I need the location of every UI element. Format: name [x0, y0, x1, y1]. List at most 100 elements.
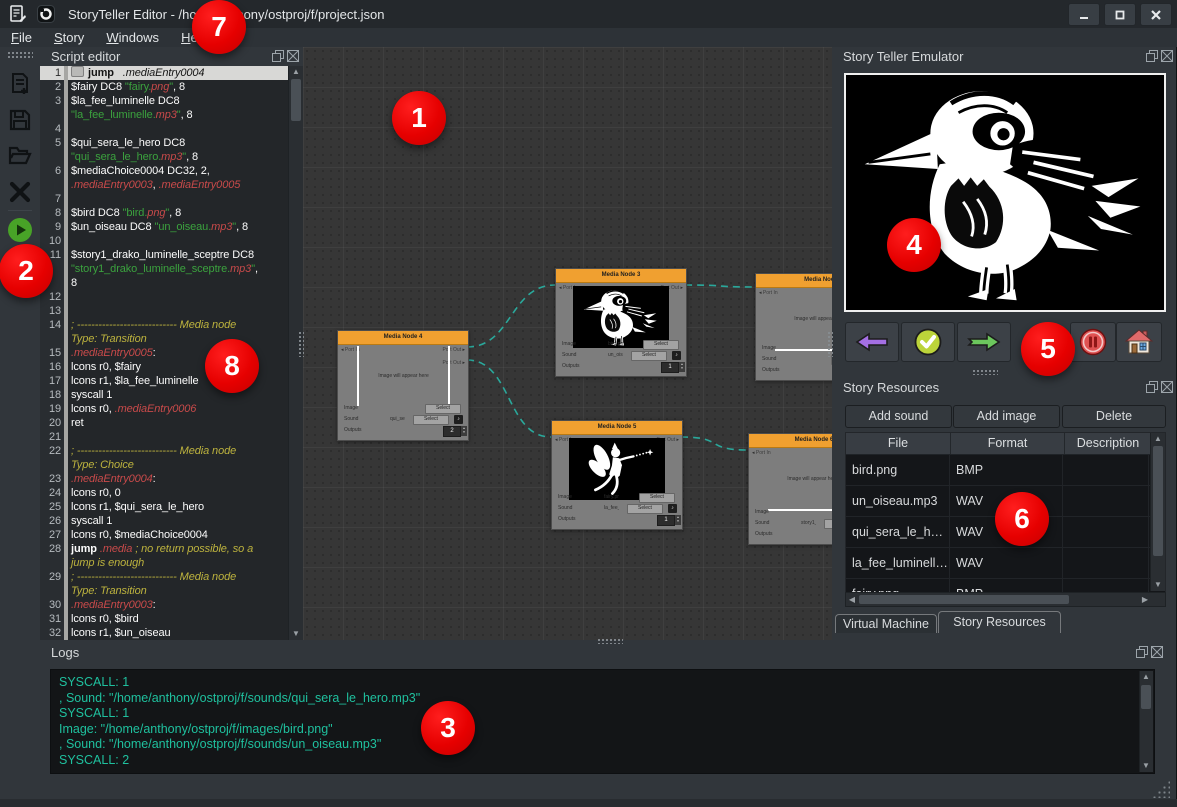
emulator-header[interactable]: Story Teller Emulator — [832, 47, 1177, 66]
resources-vscrollbar[interactable]: ▲ ▼ — [1150, 433, 1165, 591]
editor-line[interactable]: 22; ---------------------------- Media n… — [40, 444, 303, 458]
editor-line[interactable]: "la_fee_luminelle.mp3", 8 — [40, 108, 303, 122]
splitter-handle[interactable] — [597, 638, 623, 644]
editor-line[interactable]: 28jump .media ; no return possible, so a — [40, 542, 303, 556]
float-icon[interactable] — [272, 50, 284, 62]
resources-hscroll-thumb[interactable] — [859, 595, 1069, 604]
script-editor[interactable]: 1jump .mediaEntry00042$fairy DC8 "fairy.… — [40, 66, 303, 640]
select-button[interactable]: Select — [413, 415, 449, 425]
node-title[interactable]: Media Node 4 — [338, 331, 468, 345]
editor-line[interactable]: 30.mediaEntry0003: — [40, 598, 303, 612]
delete-button[interactable]: Delete — [1062, 405, 1166, 428]
node-title[interactable]: Media Node 5 — [552, 421, 682, 435]
node-title[interactable]: Media Node — [756, 274, 832, 288]
splitter-handle[interactable] — [827, 331, 833, 357]
select-button[interactable]: Select — [425, 404, 461, 414]
editor-line[interactable]: "qui_sera_le_hero.mp3", 8 — [40, 150, 303, 164]
emulator-pause-button[interactable] — [1070, 322, 1116, 362]
editor-line[interactable]: 8$bird DC8 "bird.png", 8 — [40, 206, 303, 220]
editor-line[interactable]: 14; ---------------------------- Media n… — [40, 318, 303, 332]
editor-line[interactable]: 31lcons r0, $bird — [40, 612, 303, 626]
editor-line[interactable]: Type: Transition — [40, 332, 303, 346]
editor-line[interactable]: 11$story1_drako_luminelle_sceptre DC8 — [40, 248, 303, 262]
editor-line[interactable]: 1jump .mediaEntry0004 — [40, 66, 303, 80]
editor-line[interactable]: 18syscall 1 — [40, 388, 303, 402]
editor-line[interactable]: .mediaEntry0003, .mediaEntry0005 — [40, 178, 303, 192]
speaker-icon[interactable]: ♪ — [454, 415, 463, 424]
splitter-handle[interactable] — [972, 369, 998, 375]
editor-line[interactable]: Type: Choice — [40, 458, 303, 472]
script-editor-header[interactable]: Script editor — [40, 47, 303, 66]
editor-line[interactable]: 7 — [40, 192, 303, 206]
scroll-up-icon[interactable]: ▲ — [1141, 672, 1151, 682]
maximize-button[interactable] — [1104, 3, 1136, 26]
editor-line[interactable]: 2$fairy DC8 "fairy.png", 8 — [40, 80, 303, 94]
editor-line[interactable]: 10 — [40, 234, 303, 248]
scroll-right-icon[interactable]: ▶ — [1140, 595, 1150, 605]
editor-line[interactable]: 25lcons r1, $qui_sera_le_hero — [40, 500, 303, 514]
logs-header[interactable]: Logs — [40, 643, 1177, 662]
select-button[interactable]: Select — [627, 504, 663, 514]
logs-scrollbar[interactable]: ▲ ▼ — [1139, 671, 1153, 772]
editor-line[interactable]: 26syscall 1 — [40, 514, 303, 528]
close-button[interactable] — [1140, 3, 1172, 26]
emulator-forward-button[interactable] — [957, 322, 1011, 362]
dock-close-icon[interactable] — [1161, 381, 1173, 393]
resources-scroll-thumb[interactable] — [1153, 446, 1163, 556]
editor-line[interactable]: 5$qui_sera_le_hero DC8 — [40, 136, 303, 150]
editor-line[interactable]: 13 — [40, 304, 303, 318]
column-header-file[interactable]: File — [846, 433, 951, 454]
editor-line[interactable]: 16lcons r0, $fairy — [40, 360, 303, 374]
node-title[interactable]: Media Node 6 — [749, 434, 832, 448]
editor-line[interactable]: 8 — [40, 276, 303, 290]
column-header-description[interactable]: Description — [1065, 433, 1152, 454]
log-output[interactable]: SYSCALL: 1, Sound: "/home/anthony/ostpro… — [50, 669, 1155, 774]
dock-close-icon[interactable] — [287, 50, 299, 62]
editor-line[interactable]: 9$un_oiseau DC8 "un_oiseau.mp3", 8 — [40, 220, 303, 234]
select-button[interactable]: Select — [643, 340, 679, 350]
resources-hscrollbar[interactable]: ◀ ▶ — [845, 592, 1166, 607]
node-title[interactable]: Media Node 3 — [556, 269, 686, 283]
select-button[interactable]: Select — [639, 493, 675, 503]
new-script-button[interactable] — [5, 69, 35, 99]
run-button[interactable] — [5, 215, 35, 245]
add-sound-button[interactable]: Add sound — [845, 405, 952, 428]
editor-line[interactable]: 3$la_fee_luminelle DC8 — [40, 94, 303, 108]
media-node-partial[interactable]: Media Node◂ Port InImage will appear her… — [755, 273, 832, 381]
select-button[interactable]: Select — [631, 351, 667, 361]
resources-header[interactable]: Story Resources — [832, 378, 1177, 397]
editor-line[interactable]: 6$mediaChoice0004 DC32, 2, — [40, 164, 303, 178]
table-row[interactable]: bird.pngBMP — [846, 455, 1165, 486]
scroll-left-icon[interactable]: ◀ — [847, 595, 857, 605]
editor-line[interactable]: 27lcons r0, $mediaChoice0004 — [40, 528, 303, 542]
scroll-down-icon[interactable]: ▼ — [1141, 761, 1151, 771]
media-node-5[interactable]: Media Node 5◂ Port InPort Out ▸Imagefair… — [551, 420, 683, 530]
editor-line[interactable]: 21 — [40, 430, 303, 444]
close-project-button[interactable] — [5, 177, 35, 207]
select-button[interactable]: Select — [824, 519, 832, 529]
node-graph-canvas[interactable]: Media Node 4◂ Port InPort Out ▸Port Out … — [303, 47, 832, 640]
float-icon[interactable] — [1136, 646, 1148, 658]
emulator-confirm-button[interactable] — [901, 322, 955, 362]
float-icon[interactable] — [1146, 381, 1158, 393]
resize-grip[interactable] — [1152, 780, 1170, 798]
editor-line[interactable]: 24lcons r0, 0 — [40, 486, 303, 500]
editor-line[interactable]: 29; ---------------------------- Media n… — [40, 570, 303, 584]
dock-close-icon[interactable] — [1151, 646, 1163, 658]
outputs-spinbox[interactable]: 1▴▾ — [657, 515, 675, 526]
editor-line[interactable]: 15.mediaEntry0005: — [40, 346, 303, 360]
editor-line[interactable]: 12 — [40, 290, 303, 304]
scroll-down-icon[interactable]: ▼ — [1153, 580, 1163, 590]
dock-close-icon[interactable] — [1161, 50, 1173, 62]
add-image-button[interactable]: Add image — [953, 405, 1060, 428]
logs-scroll-thumb[interactable] — [1141, 685, 1151, 709]
splitter-handle[interactable] — [298, 331, 304, 357]
media-node-6[interactable]: Media Node 6◂ Port InImage will appear h… — [748, 433, 832, 545]
float-icon[interactable] — [1146, 50, 1158, 62]
toolbar-drag-handle[interactable] — [7, 51, 33, 58]
media-node-3[interactable]: Media Node 3◂ Port InPort Out ▸Imagebird… — [555, 268, 687, 377]
menu-story[interactable]: Story — [43, 30, 95, 45]
minimize-button[interactable] — [1068, 3, 1100, 26]
scroll-up-icon[interactable]: ▲ — [1153, 434, 1163, 444]
table-row[interactable]: la_fee_luminelle.mp3WAV — [846, 548, 1165, 579]
